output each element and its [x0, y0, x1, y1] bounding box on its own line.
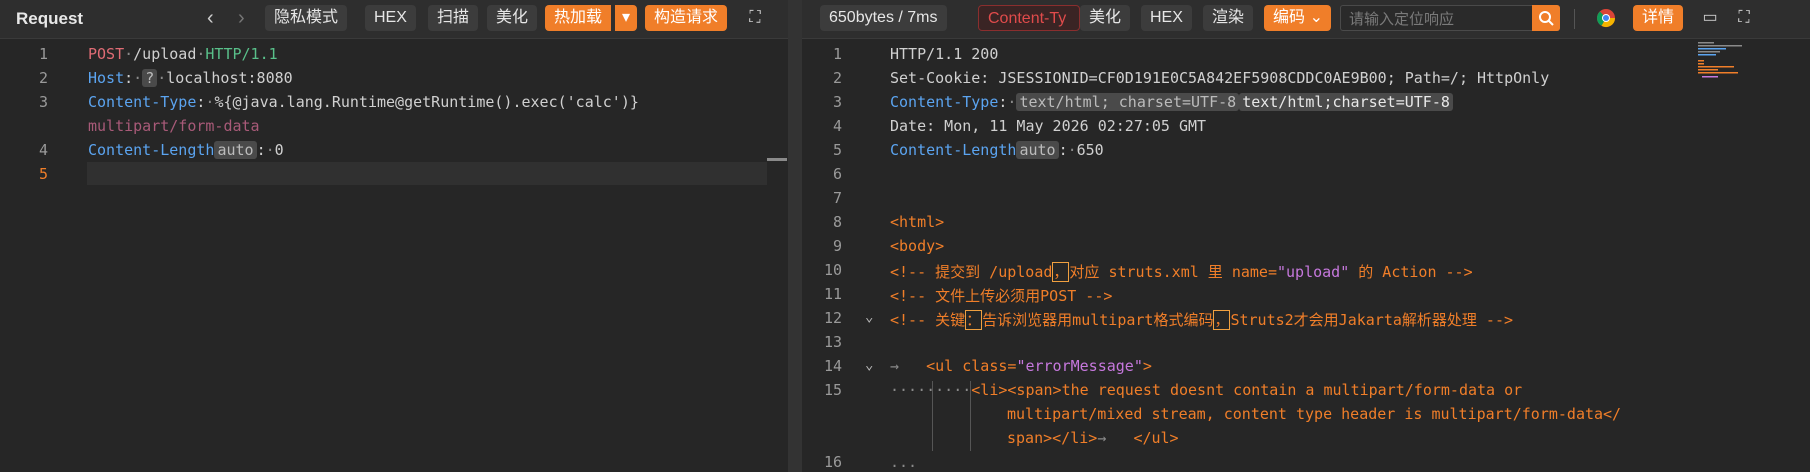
line-number: 5 [832, 141, 842, 159]
http-method: POST [88, 45, 125, 63]
fold-chevron-icon[interactable]: ⌄ [865, 357, 873, 373]
response-stats: 650bytes / 7ms [820, 5, 947, 31]
content-type-header: Content-Type:· text/html; charset=UTF-8 te… [890, 93, 1453, 111]
line-number: 5 [38, 165, 48, 183]
line-number: 4 [832, 117, 842, 135]
hotload-button[interactable]: 热加载 [545, 5, 612, 31]
response-pane: 650bytes / 7ms Content-Ty 美化 HEX 渲染 编码 ⌄ … [802, 0, 1810, 472]
response-editor[interactable]: 1 2 3 4 5 6 7 8 9 10 11 12 13 14 15 16 ⌄… [802, 39, 1810, 472]
line-number: 13 [823, 333, 842, 351]
ellipsis-line: ... [890, 453, 918, 471]
response-beautify-button[interactable]: 美化 [1080, 5, 1131, 31]
expand-icon[interactable]: ⛶ [1734, 8, 1754, 28]
pane-divider[interactable] [788, 0, 802, 472]
scrollbar[interactable] [767, 158, 787, 161]
content-type-chip[interactable]: text/html; charset=UTF-8 [1016, 93, 1240, 111]
set-cookie-header: Set-Cookie: JSESSIONID=CF0D191E0C5A842EF… [890, 69, 1550, 87]
http-protocol: HTTP/1.1 [205, 45, 278, 63]
details-button[interactable]: 详情 [1633, 5, 1684, 31]
chrome-icon[interactable] [1596, 8, 1616, 28]
http-tool-window: Request ‹ › 隐私模式 HEX 扫描 美化 热加载 ▾ 构造请求 ⛶ … [0, 0, 1810, 472]
html-comment: <!-- 文件上传必须用POST --> [890, 287, 1113, 305]
content-type-tag[interactable]: Content-Ty [978, 5, 1080, 31]
forward-icon[interactable]: › [238, 7, 245, 30]
request-line: POST·/upload·HTTP/1.1 [88, 45, 278, 63]
current-line-highlight [87, 162, 767, 185]
line-number: 11 [823, 285, 842, 303]
line-number: 7 [832, 189, 842, 207]
line-number: 9 [832, 237, 842, 255]
body-tag: <body> [890, 237, 945, 255]
hotload-dropdown-icon[interactable]: ▾ [615, 5, 637, 31]
line-number: 2 [832, 69, 842, 87]
auto-chip[interactable]: auto [1016, 141, 1059, 159]
line-number: 4 [38, 141, 48, 159]
ognl-payload: %{@java.lang.Runtime@getRuntime().exec('… [214, 93, 639, 111]
toolbar-separator [1574, 9, 1575, 29]
hex-button[interactable]: HEX [365, 5, 416, 31]
ul-tag: → <ul class="errorMessage"> [890, 357, 1152, 375]
render-button[interactable]: 渲染 [1203, 5, 1254, 31]
search-icon[interactable] [1532, 5, 1560, 31]
fold-chevron-icon[interactable]: ⌄ [865, 309, 873, 325]
line-number: 1 [832, 45, 842, 63]
line-number: 14 [823, 357, 842, 375]
li-line-wrap: span></li>→ </ul> [1007, 429, 1179, 447]
html-comment: <!-- 提交到 /upload，对应 struts.xml 里 name="u… [890, 262, 1473, 282]
line-number: 10 [823, 261, 842, 279]
scan-button[interactable]: 扫描 [428, 5, 479, 31]
html-tag: <html> [890, 213, 945, 231]
auto-chip[interactable]: auto [214, 141, 257, 159]
privacy-mode-button[interactable]: 隐私模式 [265, 5, 348, 31]
response-hex-button[interactable]: HEX [1141, 5, 1192, 31]
response-toolbar: 650bytes / 7ms Content-Ty 美化 HEX 渲染 编码 ⌄ … [802, 0, 1810, 39]
line-number: 3 [832, 93, 842, 111]
li-line: ·········<li><span>the request doesnt co… [890, 381, 1523, 399]
request-title: Request [16, 9, 84, 28]
content-length-header: Content-Length auto:·650 [890, 141, 1104, 159]
line-number: 6 [832, 165, 842, 183]
chevron-down-icon: ⌄ [1309, 9, 1324, 26]
line-number: 1 [38, 45, 48, 63]
date-header: Date: Mon, 11 May 2026 02:27:05 GMT [890, 117, 1207, 135]
comment-icon[interactable]: ▭ [1700, 8, 1720, 28]
line-number: 3 [38, 93, 48, 111]
content-length-header: Content-Length auto:·0 [88, 141, 284, 159]
html-comment: <!-- 关键：告诉浏览器用multipart格式编码，Struts2才会用Ja… [890, 310, 1514, 330]
encoding-button[interactable]: 编码 ⌄ [1264, 5, 1332, 31]
content-type-wrap: multipart/form-data [88, 117, 260, 135]
request-toolbar: Request ‹ › 隐私模式 HEX 扫描 美化 热加载 ▾ 构造请求 ⛶ [0, 0, 788, 39]
build-request-button[interactable]: 构造请求 [645, 5, 728, 31]
line-number: 15 [823, 381, 842, 399]
minimap[interactable] [1698, 42, 1748, 80]
expand-icon[interactable]: ⛶ [745, 8, 765, 28]
locate-search-box[interactable] [1340, 5, 1560, 31]
li-line-wrap: multipart/mixed stream, content type hea… [1007, 405, 1622, 423]
line-number: 2 [38, 69, 48, 87]
status-line: HTTP/1.1 200 [890, 45, 999, 63]
request-editor[interactable]: 1 2 3 4 5 POST·/upload·HTTP/1.1 Host:·? ·… [0, 39, 788, 472]
locate-search-input[interactable] [1347, 8, 1521, 30]
line-number: 8 [832, 213, 842, 231]
line-number: 16 [823, 453, 842, 471]
request-path: /upload [133, 45, 197, 63]
back-icon[interactable]: ‹ [207, 7, 214, 30]
request-pane: Request ‹ › 隐私模式 HEX 扫描 美化 热加载 ▾ 构造请求 ⛶ … [0, 0, 788, 472]
line-number: 12 [823, 309, 842, 327]
beautify-button[interactable]: 美化 [487, 5, 538, 31]
content-type-header: Content-Type:·%{@java.lang.Runtime@getRu… [88, 93, 639, 111]
host-chip[interactable]: ? [142, 69, 158, 87]
host-header: Host:·? ·localhost:8080 [88, 69, 293, 87]
